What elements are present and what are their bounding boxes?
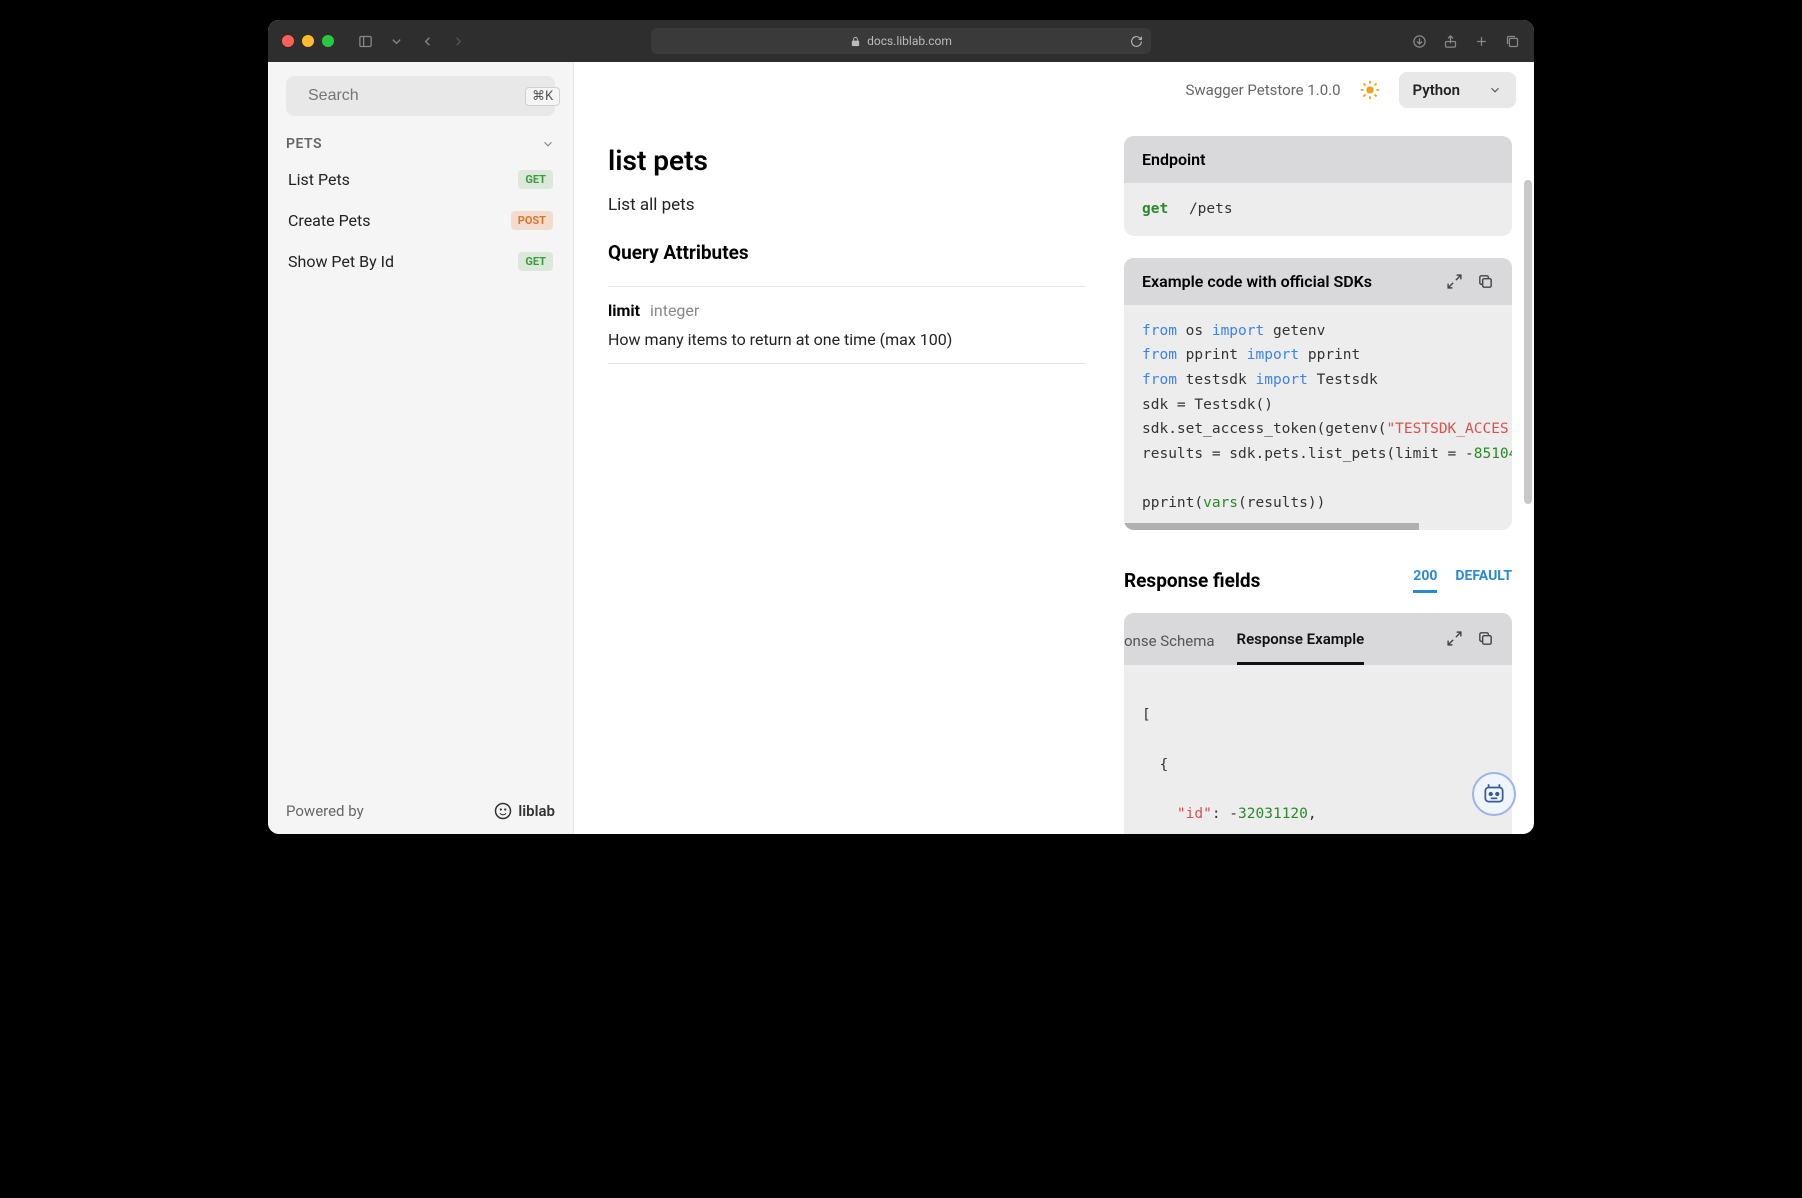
- example-code-panel: Example code with official SDKs from os …: [1124, 258, 1512, 530]
- copy-icon[interactable]: [1477, 630, 1494, 647]
- sidebar-item-label: Show Pet By Id: [288, 252, 394, 271]
- sidebar-section-pets[interactable]: PETS: [286, 136, 555, 152]
- response-tab-200[interactable]: 200: [1413, 568, 1437, 593]
- http-method: get: [1142, 201, 1168, 217]
- method-badge: GET: [518, 170, 553, 189]
- minimize-window-button[interactable]: [302, 35, 314, 47]
- sidebar-toggle-icon[interactable]: [358, 34, 373, 49]
- method-badge: GET: [518, 252, 553, 271]
- attr-name: limit: [608, 301, 640, 320]
- copy-icon[interactable]: [1477, 273, 1494, 290]
- liblab-icon: [494, 802, 512, 820]
- endpoint-label: Endpoint: [1142, 150, 1206, 169]
- liblab-logo[interactable]: liblab: [494, 802, 555, 820]
- new-tab-icon[interactable]: [1474, 34, 1489, 49]
- sidebar-item-list-pets[interactable]: List Pets GET: [286, 162, 555, 197]
- chevron-down-icon: [1488, 83, 1502, 97]
- tabs-icon[interactable]: [1505, 34, 1520, 49]
- sun-icon: [1359, 79, 1381, 101]
- search-box[interactable]: ⌘K: [286, 76, 555, 116]
- language-label: Python: [1413, 81, 1460, 99]
- endpoint-panel-header: Endpoint: [1124, 136, 1512, 183]
- api-title: Swagger Petstore 1.0.0: [1185, 81, 1340, 99]
- code-block: from os import getenv from pprint import…: [1124, 305, 1512, 530]
- attr-type: integer: [650, 301, 699, 320]
- expand-icon[interactable]: [1446, 630, 1463, 647]
- section-label: PETS: [286, 136, 322, 152]
- theme-toggle-button[interactable]: [1359, 79, 1381, 101]
- chevron-down-icon[interactable]: [389, 34, 404, 49]
- response-fields-heading: Response fields: [1124, 569, 1260, 592]
- url-bar[interactable]: docs.liblab.com: [651, 28, 1151, 54]
- attr-description: How many items to return at one time (ma…: [608, 330, 1086, 349]
- method-badge: POST: [511, 211, 553, 230]
- sidebar: ⌘K PETS List Pets GET Create Pets POST S…: [268, 62, 574, 834]
- forward-icon[interactable]: [451, 34, 466, 49]
- browser-titlebar: docs.liblab.com: [268, 20, 1534, 62]
- query-attributes-heading: Query Attributes: [608, 241, 1086, 264]
- chat-bot-icon: [1481, 781, 1507, 807]
- endpoint-panel: Endpoint get /pets: [1124, 136, 1512, 236]
- scrollbar[interactable]: [1524, 180, 1532, 504]
- search-shortcut: ⌘K: [525, 87, 560, 106]
- response-tab-default[interactable]: DEFAULT: [1455, 568, 1512, 593]
- language-select[interactable]: Python: [1399, 72, 1516, 108]
- sidebar-item-label: Create Pets: [288, 211, 371, 230]
- back-icon[interactable]: [420, 34, 435, 49]
- window-controls: [282, 35, 334, 47]
- sidebar-item-create-pets[interactable]: Create Pets POST: [286, 203, 555, 238]
- maximize-window-button[interactable]: [322, 35, 334, 47]
- chat-fab[interactable]: [1472, 772, 1516, 816]
- tab-response-schema[interactable]: onse Schema: [1124, 628, 1215, 650]
- horizontal-scrollbar[interactable]: [1124, 523, 1419, 530]
- powered-by-label: Powered by: [286, 802, 364, 820]
- response-json: [ { "id": -32031120, "name": "esse amet …: [1124, 665, 1512, 834]
- download-icon[interactable]: [1412, 34, 1427, 49]
- endpoint-path: /pets: [1189, 201, 1233, 217]
- search-input[interactable]: [308, 87, 515, 105]
- attribute-limit: limit integer How many items to return a…: [608, 286, 1086, 364]
- topbar: Swagger Petstore 1.0.0 Python: [574, 62, 1534, 118]
- sidebar-item-show-pet-by-id[interactable]: Show Pet By Id GET: [286, 244, 555, 279]
- expand-icon[interactable]: [1446, 273, 1463, 290]
- response-panel: onse Schema Response Example [ { "id": -…: [1124, 613, 1512, 834]
- tab-response-example[interactable]: Response Example: [1237, 613, 1365, 665]
- example-code-label: Example code with official SDKs: [1142, 272, 1372, 291]
- reload-icon[interactable]: [1130, 35, 1143, 48]
- url-text: docs.liblab.com: [867, 34, 952, 48]
- close-window-button[interactable]: [282, 35, 294, 47]
- share-icon[interactable]: [1443, 34, 1458, 49]
- lock-icon: [850, 36, 861, 47]
- sidebar-item-label: List Pets: [288, 170, 350, 189]
- page-description: List all pets: [608, 195, 1086, 215]
- page-title: list pets: [608, 144, 1086, 177]
- chevron-down-icon: [541, 137, 555, 151]
